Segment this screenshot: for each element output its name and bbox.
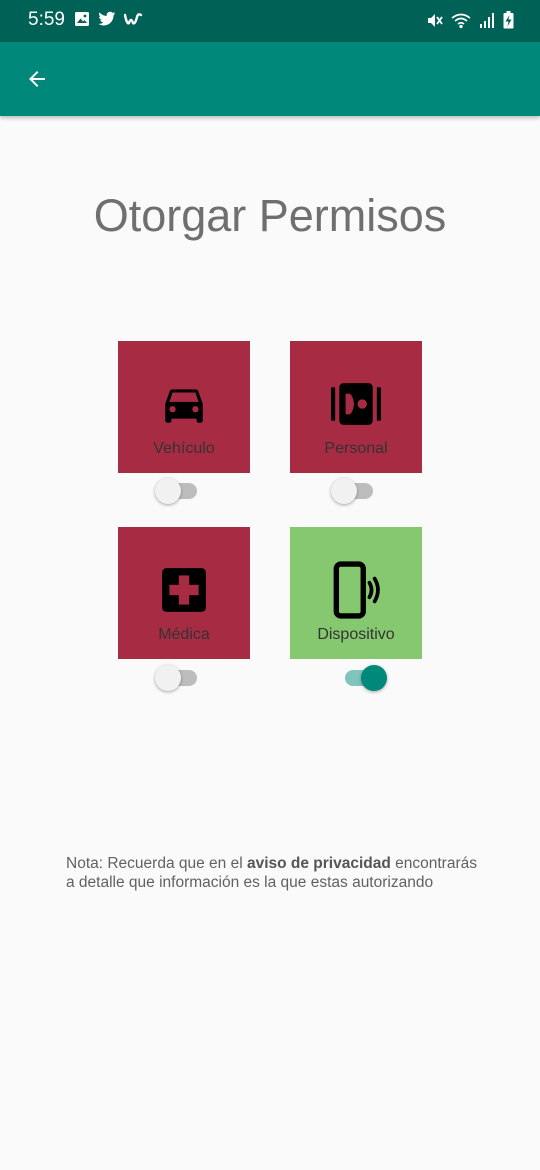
permission-tile-personal[interactable]: Personal xyxy=(290,341,422,473)
toggle-dispositivo[interactable] xyxy=(341,663,387,693)
status-left-icons xyxy=(74,11,144,27)
status-time: 5:59 xyxy=(28,9,65,30)
arrow-left-icon xyxy=(29,71,45,87)
app-bar xyxy=(0,42,540,116)
phone-vibrate-icon xyxy=(333,561,380,619)
page-title: Otorgar Permisos xyxy=(93,190,447,241)
wifi-icon xyxy=(451,13,471,28)
toggle-thumb xyxy=(331,478,357,504)
twitter-icon xyxy=(98,11,116,26)
toggle-thumb xyxy=(155,478,181,504)
car-icon xyxy=(165,389,203,423)
toggle-personal[interactable] xyxy=(331,476,377,506)
privacy-note: Nota: Recuerda que en el aviso de privac… xyxy=(66,854,486,892)
permission-tile-vehiculo[interactable]: Vehículo xyxy=(118,341,250,473)
status-bar: 5:59 xyxy=(0,0,540,42)
tile-label-dispositivo: Dispositivo xyxy=(317,626,395,643)
privacy-notice-link[interactable]: aviso de privacidad xyxy=(247,855,391,872)
permission-tile-medica[interactable]: Médica xyxy=(118,527,250,659)
medical-cross-icon xyxy=(162,568,206,612)
toggle-vehiculo[interactable] xyxy=(155,476,201,506)
gallery-icon xyxy=(75,12,89,26)
tile-label-personal: Personal xyxy=(324,440,388,457)
permission-tile-dispositivo[interactable]: Dispositivo xyxy=(290,527,422,659)
toggle-thumb xyxy=(361,665,387,691)
back-button[interactable] xyxy=(18,60,56,98)
battery-icon xyxy=(503,11,514,29)
toggle-medica[interactable] xyxy=(155,663,201,693)
w-app-icon xyxy=(124,13,143,25)
note-prefix: Nota: Recuerda que en el xyxy=(66,855,247,872)
toggle-thumb xyxy=(155,665,181,691)
tile-label-medica: Médica xyxy=(158,626,210,643)
mute-icon xyxy=(428,13,443,27)
signal-icon xyxy=(480,12,494,28)
contact-icon xyxy=(331,383,381,425)
tile-label-vehiculo: Vehículo xyxy=(153,440,215,457)
status-right-icons xyxy=(426,11,514,29)
